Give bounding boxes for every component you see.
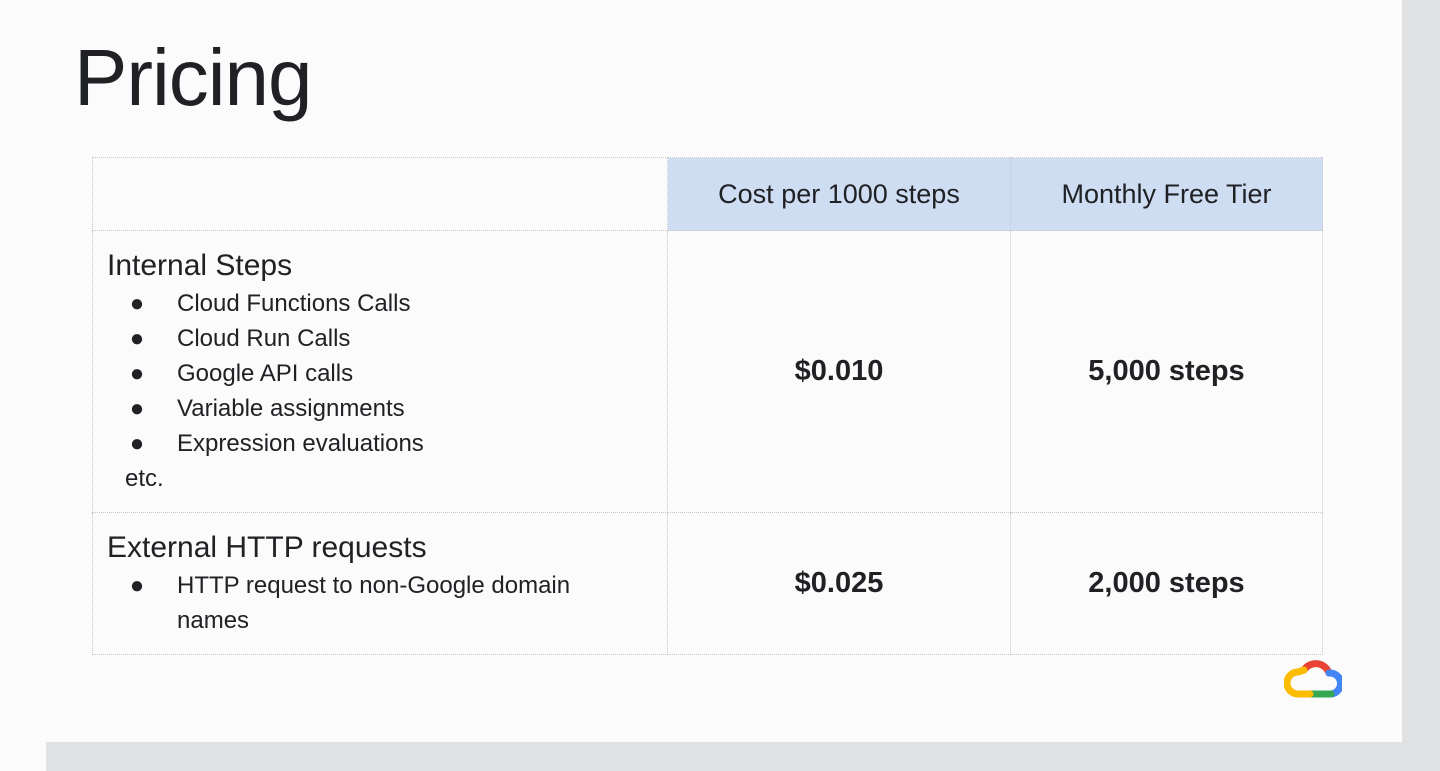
row-description-cell: Internal Steps ● Cloud Functions Calls ● C… xyxy=(92,230,668,513)
bullet-icon: ● xyxy=(129,289,145,317)
list-item: ● Expression evaluations xyxy=(127,426,667,461)
bullet-list: ● Cloud Functions Calls ● Cloud Run Calls … xyxy=(93,286,667,461)
bullet-icon: ● xyxy=(129,429,145,457)
free-tier-value: 2,000 steps xyxy=(1010,512,1323,655)
list-item: ● HTTP request to non-Google domain names xyxy=(127,568,597,638)
header-monthly-free-tier: Monthly Free Tier xyxy=(1010,157,1323,231)
row-footnote: etc. xyxy=(125,464,164,492)
bullet-icon: ● xyxy=(129,359,145,387)
table-header-row: Cost per 1000 steps Monthly Free Tier xyxy=(92,157,1323,231)
slide: Pricing Cost per 1000 steps Monthly Free… xyxy=(0,0,1402,742)
list-item: ● Cloud Run Calls xyxy=(127,321,667,356)
table-row: External HTTP requests ● HTTP request to … xyxy=(92,512,1323,655)
free-tier-value: 5,000 steps xyxy=(1010,230,1323,513)
slide-edge xyxy=(0,742,46,771)
list-item: ● Variable assignments xyxy=(127,391,667,426)
bullet-icon: ● xyxy=(129,394,145,422)
table-row: Internal Steps ● Cloud Functions Calls ● C… xyxy=(92,230,1323,513)
slide-title: Pricing xyxy=(74,33,313,122)
cost-value: $0.025 xyxy=(667,512,1011,655)
bullet-icon: ● xyxy=(129,324,145,352)
bullet-list: ● HTTP request to non-Google domain names xyxy=(93,568,597,638)
row-label: External HTTP requests xyxy=(107,530,427,564)
cost-value: $0.010 xyxy=(667,230,1011,513)
google-cloud-logo-icon xyxy=(1284,660,1342,698)
row-description-cell: External HTTP requests ● HTTP request to … xyxy=(92,512,668,655)
header-cost-per-1000-steps: Cost per 1000 steps xyxy=(667,157,1011,231)
pricing-table: Cost per 1000 steps Monthly Free Tier In… xyxy=(92,157,1323,655)
header-cell-empty xyxy=(92,157,668,231)
bullet-icon: ● xyxy=(129,571,145,599)
list-item: ● Cloud Functions Calls xyxy=(127,286,667,321)
list-item: ● Google API calls xyxy=(127,356,667,391)
row-label: Internal Steps xyxy=(107,248,293,282)
